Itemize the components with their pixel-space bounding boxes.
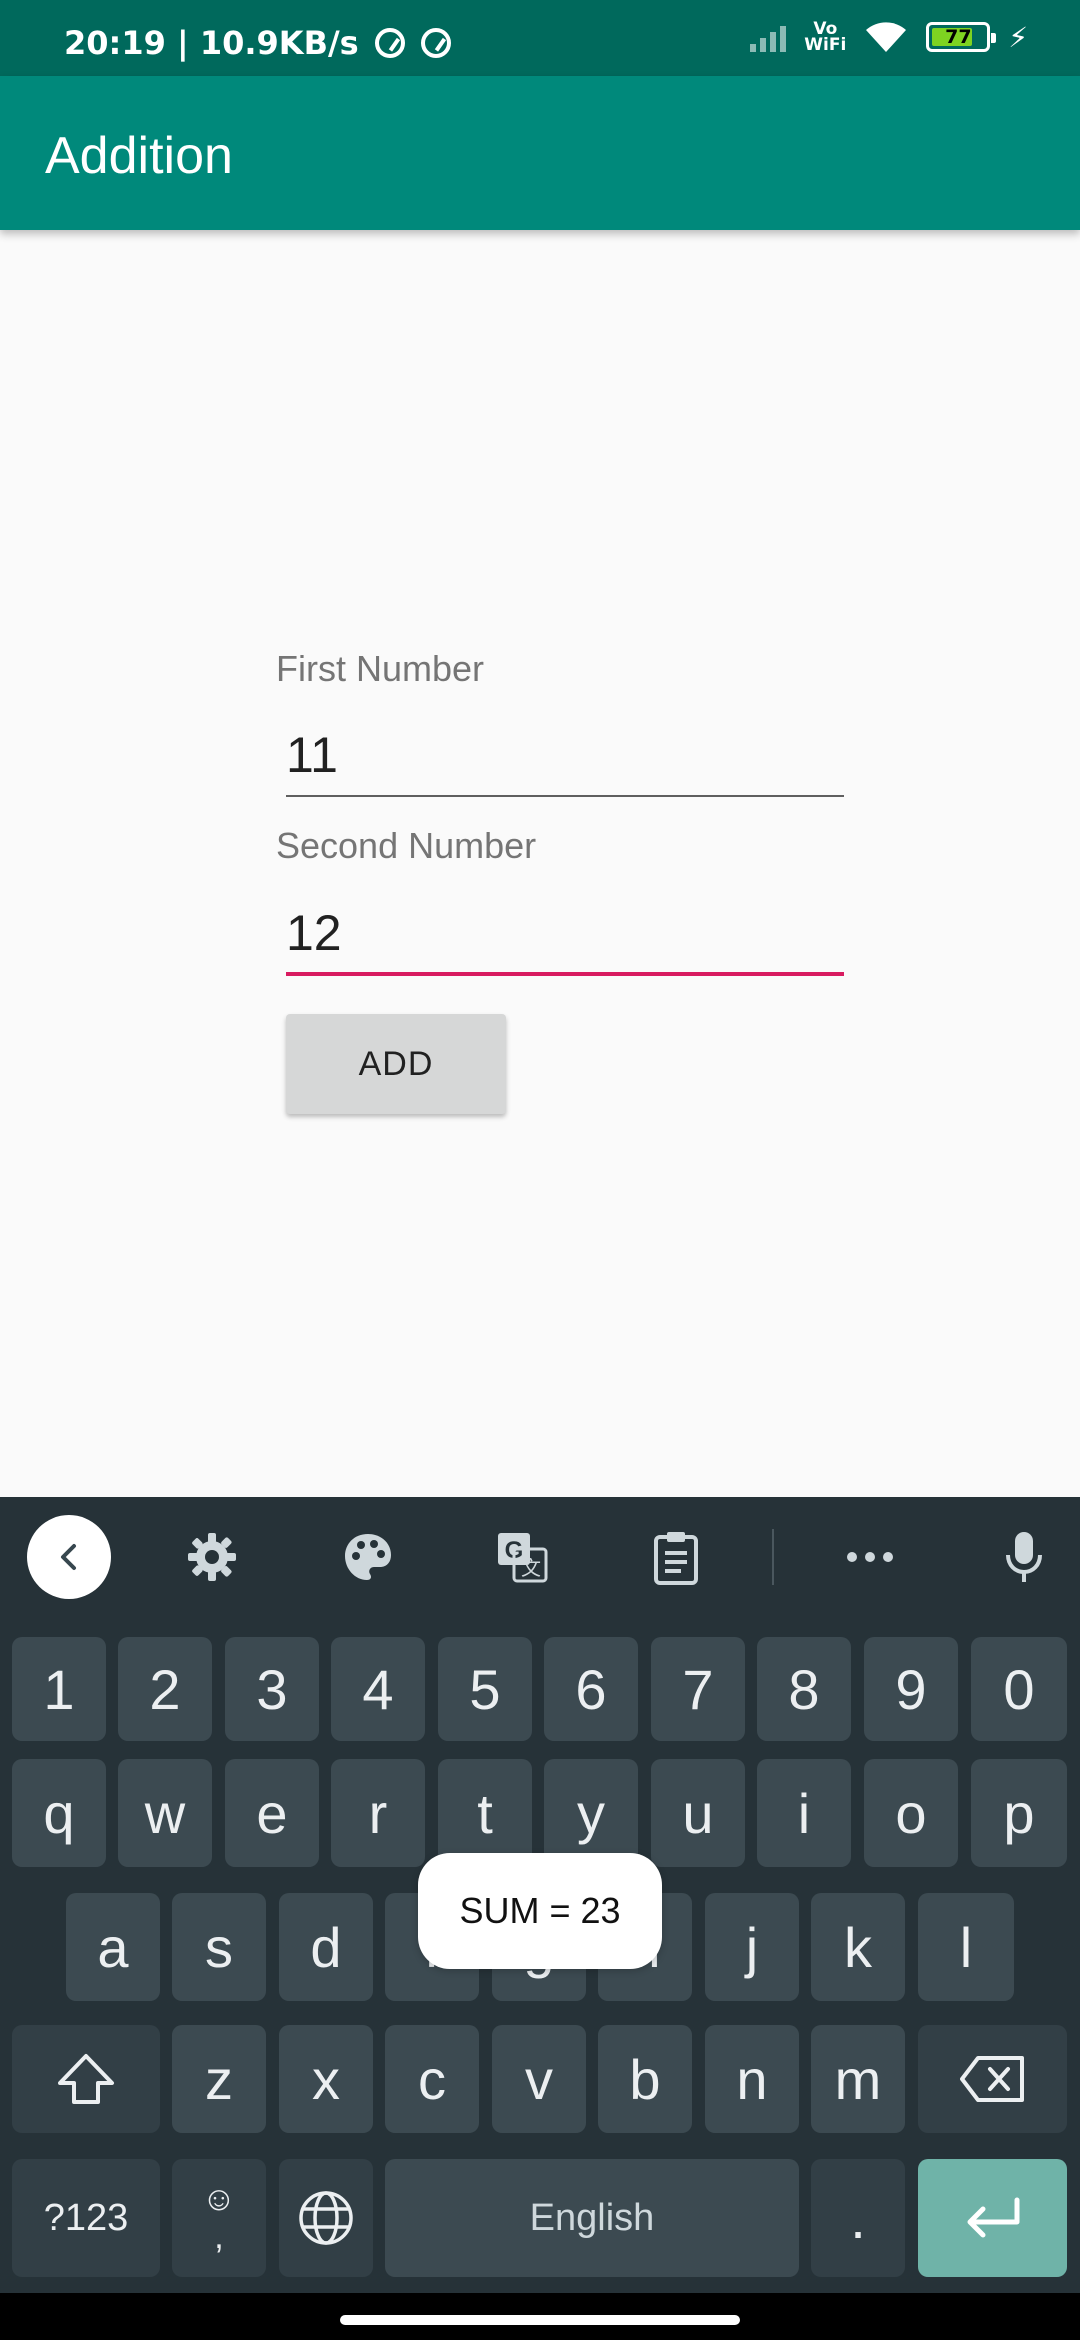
key-3[interactable]: 3 xyxy=(225,1637,319,1741)
microphone-icon[interactable] xyxy=(992,1525,1056,1589)
emoji-icon: ☺ xyxy=(201,2180,237,2218)
status-bar: 20:19 | 10.9KB/s Vo WiFi 77 ⚡ xyxy=(0,0,1080,76)
language-key[interactable] xyxy=(279,2159,373,2277)
data-saver-icon-2 xyxy=(420,28,451,58)
enter-icon xyxy=(967,2197,1019,2238)
home-indicator[interactable] xyxy=(340,2315,740,2325)
more-icon[interactable] xyxy=(838,1525,902,1589)
second-number-underline xyxy=(286,972,844,976)
shift-key[interactable] xyxy=(12,2025,160,2133)
key-2[interactable]: 2 xyxy=(118,1637,212,1741)
app-bar: Addition xyxy=(0,76,1080,230)
key-x[interactable]: x xyxy=(279,2025,373,2133)
key-j[interactable]: j xyxy=(705,1893,799,2001)
signal-icon xyxy=(750,22,787,52)
backspace-icon xyxy=(959,2056,1024,2102)
status-left: 20:19 | 10.9KB/s xyxy=(64,24,451,62)
symbols-key[interactable]: ?123 xyxy=(12,2159,160,2277)
screen: 20:19 | 10.9KB/s Vo WiFi 77 ⚡ Addition F… xyxy=(0,0,1080,2340)
key-1[interactable]: 1 xyxy=(12,1637,106,1741)
comma-label: , xyxy=(214,2218,224,2256)
first-number-label: First Number xyxy=(276,648,485,689)
key-u[interactable]: u xyxy=(651,1759,745,1867)
navigation-bar xyxy=(0,2293,1080,2340)
vowifi-bottom: WiFi xyxy=(804,35,847,55)
back-icon[interactable] xyxy=(27,1515,111,1599)
key-c[interactable]: c xyxy=(385,2025,479,2133)
key-m[interactable]: m xyxy=(811,2025,905,2133)
second-number-input[interactable]: 12 xyxy=(286,894,844,978)
key-z[interactable]: z xyxy=(172,2025,266,2133)
key-p[interactable]: p xyxy=(971,1759,1067,1867)
key-v[interactable]: v xyxy=(492,2025,586,2133)
wifi-icon xyxy=(866,22,907,52)
key-n[interactable]: n xyxy=(705,2025,799,2133)
first-number-underline xyxy=(286,795,844,797)
key-k[interactable]: k xyxy=(811,1893,905,2001)
battery-icon: 77 xyxy=(926,22,997,52)
status-right: Vo WiFi 77 ⚡ xyxy=(750,20,1028,54)
keyboard-toolbar: G文 xyxy=(0,1497,1080,1617)
key-t[interactable]: t xyxy=(438,1759,532,1867)
key-r[interactable]: r xyxy=(331,1759,425,1867)
key-b[interactable]: b xyxy=(598,2025,692,2133)
clipboard-icon[interactable] xyxy=(644,1525,708,1589)
key-0[interactable]: 0 xyxy=(971,1637,1067,1741)
key-y[interactable]: y xyxy=(544,1759,638,1867)
svg-text:文: 文 xyxy=(521,1556,541,1580)
key-d[interactable]: d xyxy=(279,1893,373,2001)
key-l[interactable]: l xyxy=(918,1893,1014,2001)
second-number-label: Second Number xyxy=(276,825,537,866)
key-9[interactable]: 9 xyxy=(864,1637,958,1741)
first-number-input[interactable]: 11 xyxy=(286,716,844,800)
key-6[interactable]: 6 xyxy=(544,1637,638,1741)
translate-icon[interactable]: G文 xyxy=(490,1525,554,1589)
space-key[interactable]: English xyxy=(385,2159,799,2277)
sum-toast: SUM = 23 xyxy=(418,1853,662,1969)
key-w[interactable]: w xyxy=(118,1759,212,1867)
key-5[interactable]: 5 xyxy=(438,1637,532,1741)
shift-icon xyxy=(58,2054,114,2104)
enter-key[interactable] xyxy=(918,2159,1067,2277)
period-key[interactable]: . xyxy=(811,2159,905,2277)
gear-icon[interactable] xyxy=(180,1525,244,1589)
key-o[interactable]: o xyxy=(864,1759,958,1867)
key-s[interactable]: s xyxy=(172,1893,266,2001)
backspace-key[interactable] xyxy=(918,2025,1067,2133)
add-button[interactable]: ADD xyxy=(286,1014,506,1114)
key-e[interactable]: e xyxy=(225,1759,319,1867)
globe-icon xyxy=(299,2191,353,2245)
key-q[interactable]: q xyxy=(12,1759,106,1867)
emoji-comma-key[interactable]: ☺ , xyxy=(172,2159,266,2277)
data-saver-icon xyxy=(374,28,405,58)
time-and-speed: 20:19 | 10.9KB/s xyxy=(64,24,359,62)
key-i[interactable]: i xyxy=(757,1759,851,1867)
battery-level: 77 xyxy=(945,26,972,48)
app-title: Addition xyxy=(45,127,233,185)
palette-icon[interactable] xyxy=(336,1525,400,1589)
key-4[interactable]: 4 xyxy=(331,1637,425,1741)
toolbar-divider xyxy=(772,1529,774,1585)
key-8[interactable]: 8 xyxy=(757,1637,851,1741)
lightning-bolt-icon: ⚡ xyxy=(1008,20,1028,54)
key-7[interactable]: 7 xyxy=(651,1637,745,1741)
vowifi-icon: Vo WiFi xyxy=(804,21,847,55)
key-a[interactable]: a xyxy=(66,1893,160,2001)
